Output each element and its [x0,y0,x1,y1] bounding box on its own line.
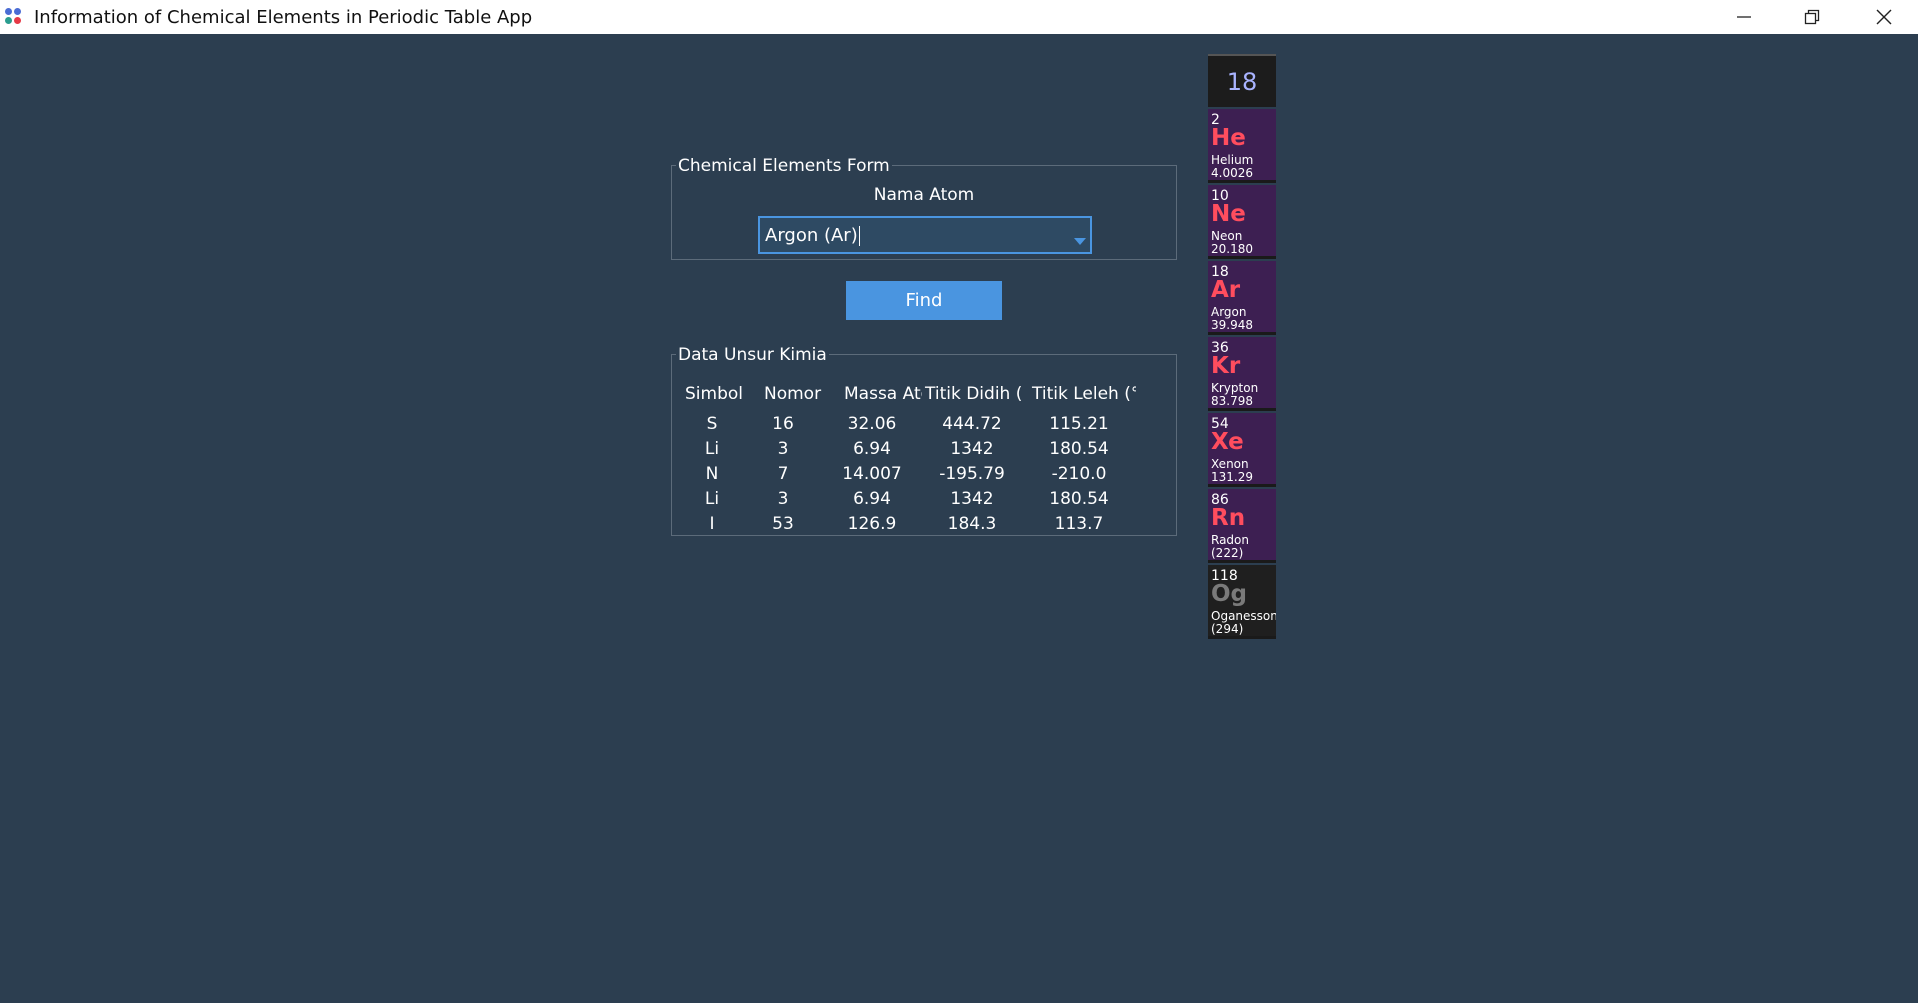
element-mass: (294) [1211,622,1244,636]
element-name: Oganesson [1211,609,1276,623]
data-unsur-kimia-group: Data Unsur Kimia Simbol Nomor / Massa At… [671,345,1177,537]
element-mass: 20.180 [1211,242,1253,256]
cell-titik-leleh: -210.0 [1051,464,1107,484]
cell-titik-leleh: 115.21 [1049,414,1109,434]
element-tile-kr[interactable]: 36 Kr Krypton 83.798 [1208,337,1276,411]
table-row[interactable]: Li 3 6.94 1342 180.54 [680,487,1136,512]
table-group-title: Data Unsur Kimia [676,345,829,365]
chevron-down-icon[interactable] [1074,238,1086,245]
cell-massa-atom: 14.007 [842,464,902,484]
restore-button[interactable] [1778,0,1846,34]
element-tile-og[interactable]: 118 Og Oganesson (294) [1208,565,1276,639]
table-header: Simbol Nomor / Massa Ato Titik Didih (°C… [680,379,1136,409]
cell-simbol: I [709,514,715,534]
cell-massa-atom: 32.06 [847,414,897,434]
element-mass: 83.798 [1211,394,1253,408]
cell-massa-atom: 6.94 [853,439,891,459]
element-combobox-value: Argon (Ar) [765,224,860,246]
table-row[interactable]: I 53 126.9 184.3 113.7 [680,512,1136,537]
cell-titik-didih: -195.79 [939,464,1005,484]
table-row[interactable]: S 16 32.06 444.72 115.21 [680,412,1136,437]
periodic-group-18: 18 2 He Helium 4.0026 10 Ne Neon 20.180 … [1208,54,1276,639]
group-number: 18 [1208,54,1276,107]
cell-simbol: N [705,464,719,484]
column-header-titik-leleh[interactable]: Titik Leleh (°C [1022,379,1136,409]
element-symbol: Ar [1211,277,1241,303]
cell-nomor-atom: 3 [777,489,789,509]
window-title: Information of Chemical Elements in Peri… [34,7,533,28]
element-name: Krypton [1211,381,1259,395]
cell-nomor-atom: 53 [772,514,794,534]
table-row[interactable]: N 7 14.007 -195.79 -210.0 [680,462,1136,487]
cell-nomor-atom: 16 [772,414,794,434]
cell-nomor-atom: 7 [777,464,789,484]
column-header-titik-didih[interactable]: Titik Didih (°C [922,379,1022,409]
cell-titik-didih: 1342 [950,489,994,509]
table-row[interactable]: Li 3 6.94 1342 180.54 [680,437,1136,462]
element-tile-xe[interactable]: 54 Xe Xenon 131.29 [1208,413,1276,487]
cell-titik-leleh: 180.54 [1049,489,1109,509]
close-button[interactable] [1850,0,1918,34]
element-name: Helium [1211,153,1254,167]
restore-icon [1804,9,1820,25]
cell-titik-didih: 444.72 [942,414,1002,434]
element-tile-ar[interactable]: 18 Ar Argon 39.948 [1208,261,1276,335]
element-symbol: Og [1211,581,1248,607]
element-symbol: Xe [1211,429,1244,455]
element-name: Radon [1211,533,1249,547]
element-name: Argon [1211,305,1247,319]
element-symbol: He [1211,125,1246,151]
form-group-title: Chemical Elements Form [676,156,892,176]
table-body: S 16 32.06 444.72 115.21 Li 3 6.94 1342 … [680,412,1136,537]
cell-titik-didih: 1342 [950,439,994,459]
close-icon [1876,9,1892,25]
minimize-icon [1737,16,1751,18]
column-header-simbol[interactable]: Simbol [680,379,744,409]
cell-nomor-atom: 3 [777,439,789,459]
cell-massa-atom: 126.9 [847,514,897,534]
element-name: Neon [1211,229,1243,243]
app-icon [5,8,25,28]
element-mass: (222) [1211,546,1244,560]
cell-simbol: S [706,414,718,434]
column-header-nomor-atom[interactable]: Nomor / [744,379,822,409]
nama-atom-label: Nama Atom [873,185,975,205]
element-symbol: Ne [1211,201,1246,227]
element-mass: 39.948 [1211,318,1253,332]
cell-titik-leleh: 113.7 [1054,514,1104,534]
title-bar: Information of Chemical Elements in Peri… [0,0,1918,34]
cell-simbol: Li [704,489,720,509]
element-combobox[interactable]: Argon (Ar) [758,216,1092,254]
column-header-massa-atom[interactable]: Massa Ato [822,379,922,409]
element-mass: 4.0026 [1211,166,1253,180]
find-button[interactable]: Find [846,281,1002,320]
element-symbol: Rn [1211,505,1246,531]
minimize-button[interactable] [1710,0,1778,34]
element-tile-ne[interactable]: 10 Ne Neon 20.180 [1208,185,1276,259]
element-name: Xenon [1211,457,1249,471]
element-mass: 131.29 [1211,470,1253,484]
chemical-elements-form: Chemical Elements Form Nama Atom Argon (… [671,156,1177,260]
element-tile-rn[interactable]: 86 Rn Radon (222) [1208,489,1276,563]
cell-titik-didih: 184.3 [947,514,997,534]
elements-table: Simbol Nomor / Massa Ato Titik Didih (°C… [680,379,1136,537]
cell-massa-atom: 6.94 [853,489,891,509]
cell-simbol: Li [704,439,720,459]
cell-titik-leleh: 180.54 [1049,439,1109,459]
element-tile-he[interactable]: 2 He Helium 4.0026 [1208,109,1276,183]
element-symbol: Kr [1211,353,1241,379]
